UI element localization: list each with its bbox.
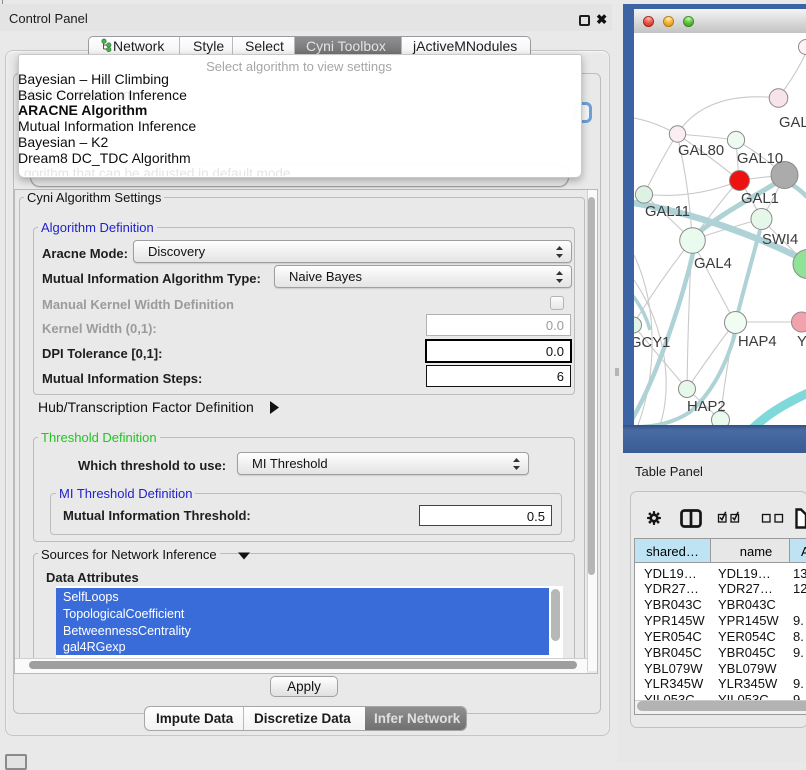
svg-text:GAL2: GAL2 xyxy=(779,115,806,131)
svg-text:GAL10: GAL10 xyxy=(737,151,783,167)
svg-text:GAL11: GAL11 xyxy=(645,204,690,220)
svg-text:HAP4: HAP4 xyxy=(738,334,777,350)
svg-text:SWI4: SWI4 xyxy=(762,232,798,248)
svg-text:YD: YD xyxy=(797,334,806,350)
svg-text:GAL1: GAL1 xyxy=(741,191,779,207)
svg-text:GAL80: GAL80 xyxy=(678,143,724,159)
svg-text:HAP2: HAP2 xyxy=(687,399,726,415)
svg-text:GCY1: GCY1 xyxy=(634,335,670,351)
svg-text:GAL4: GAL4 xyxy=(694,256,732,272)
